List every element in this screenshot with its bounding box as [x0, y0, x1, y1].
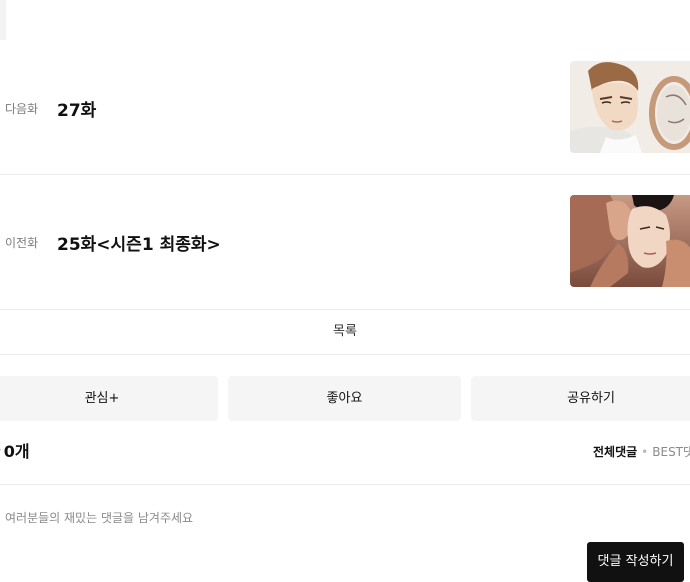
- like-button[interactable]: 좋아요: [228, 376, 461, 421]
- comment-count: 0개: [3, 442, 30, 461]
- previous-episode-thumbnail[interactable]: [570, 195, 690, 287]
- tab-best-comments[interactable]: BEST댓: [652, 445, 690, 459]
- previous-episode-title[interactable]: 25화<시즌1 최종화>: [57, 230, 221, 255]
- write-comment-button[interactable]: 댓글 작성하기: [587, 542, 684, 582]
- next-episode-row[interactable]: 다음화 27화: [0, 40, 690, 175]
- subscribe-button[interactable]: 관심+: [0, 376, 218, 421]
- share-button[interactable]: 공유하기: [471, 376, 690, 421]
- tab-separator-dot: •: [641, 445, 649, 459]
- previous-episode-row[interactable]: 이전화 25화<시즌1 최종화>: [0, 175, 690, 310]
- top-edge-block: [0, 0, 6, 40]
- comment-heading-text: 글: [0, 442, 1, 461]
- next-episode-title[interactable]: 27화: [57, 96, 96, 121]
- previous-episode-label: 이전화: [5, 236, 39, 250]
- episode-list-link[interactable]: 목록: [0, 310, 690, 355]
- comment-section-heading: 글0개: [0, 438, 30, 462]
- next-episode-thumbnail[interactable]: [570, 61, 690, 153]
- comment-sort-tabs: 전체댓글 • BEST댓: [593, 443, 690, 460]
- comment-divider: [0, 484, 690, 485]
- next-episode-label: 다음화: [5, 102, 39, 116]
- comment-input[interactable]: [0, 505, 565, 531]
- tab-all-comments[interactable]: 전체댓글: [593, 445, 637, 459]
